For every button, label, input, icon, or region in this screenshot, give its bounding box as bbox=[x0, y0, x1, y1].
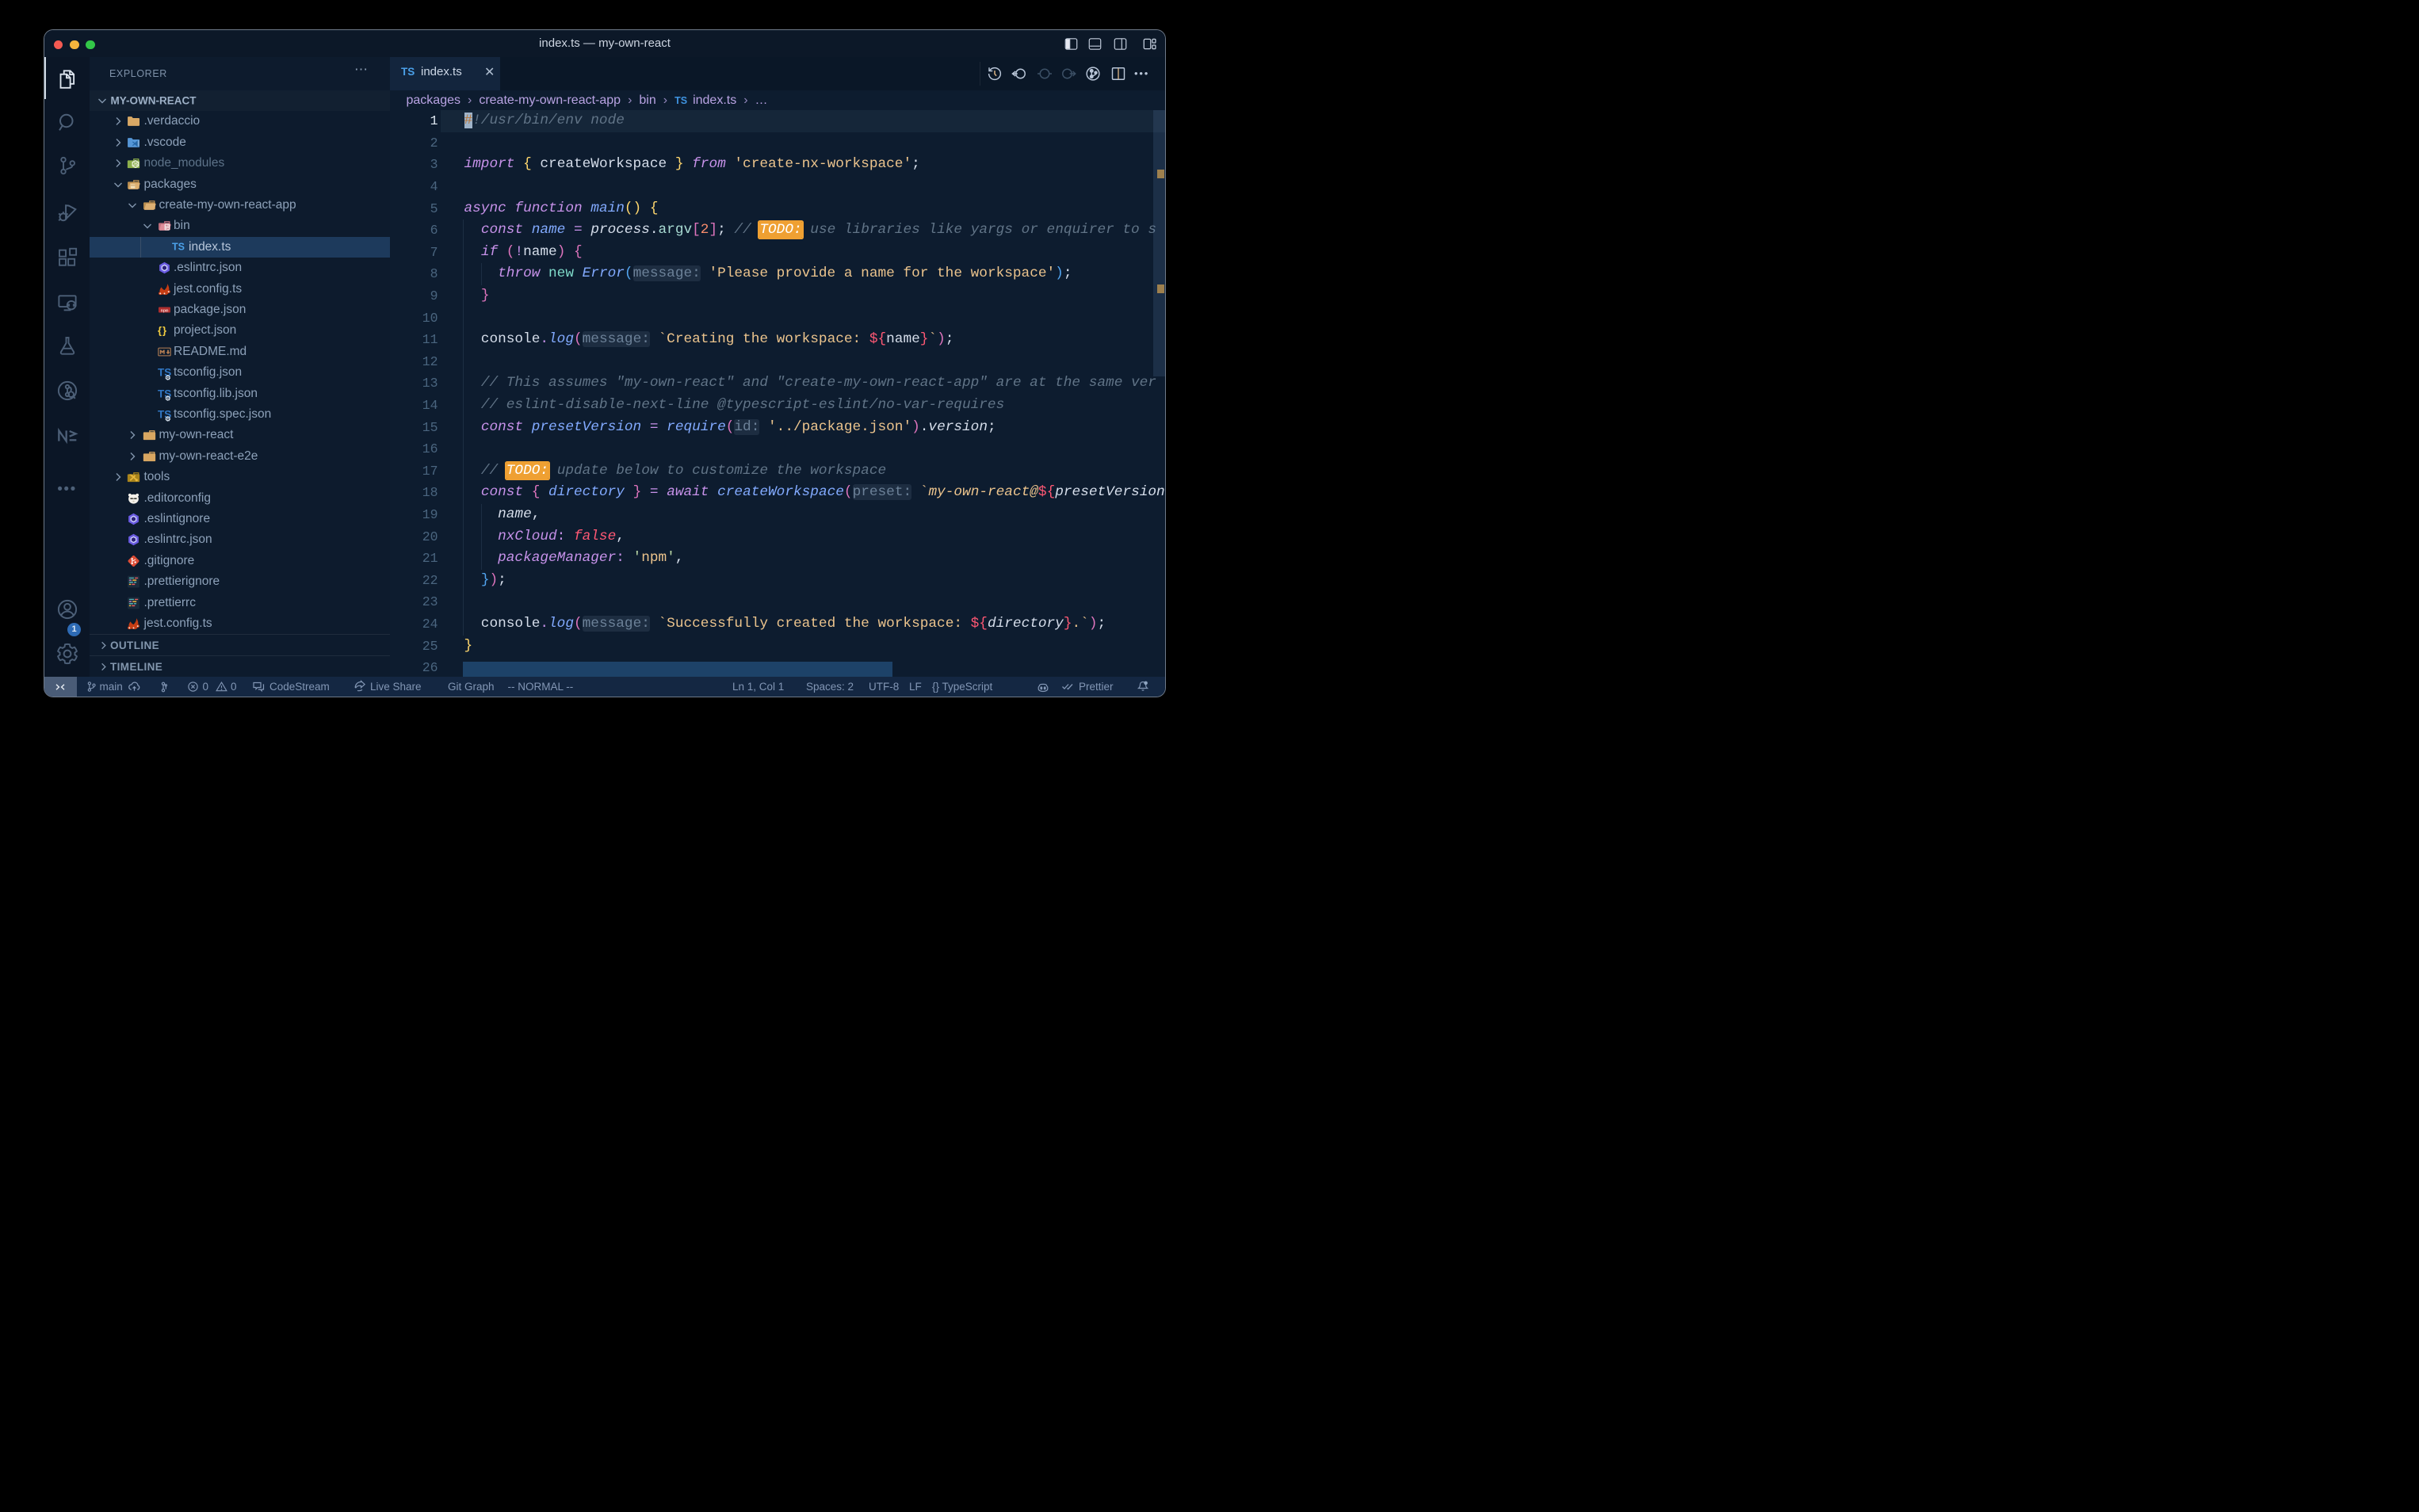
svg-text:JS: JS bbox=[133, 162, 139, 167]
svg-text:npm: npm bbox=[161, 308, 169, 313]
svg-text:10: 10 bbox=[166, 228, 169, 231]
